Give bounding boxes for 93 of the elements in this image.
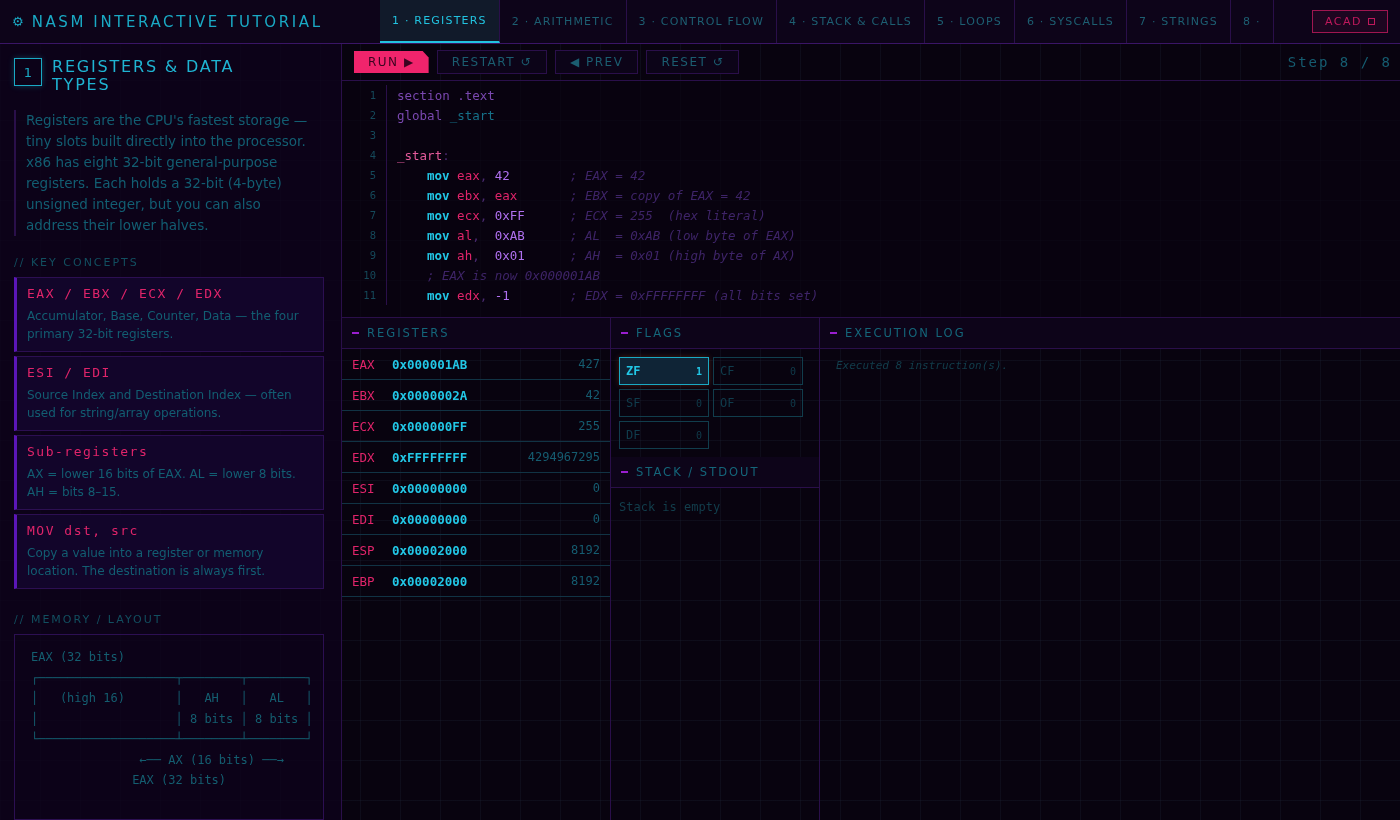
code-line: mov al, 0xAB ; AL = 0xAB (low byte of EAX): [427, 227, 796, 243]
register-hex: 0x00000000: [392, 511, 468, 527]
diagram-line: ┌───────────────────┬────────┬────────┐: [31, 669, 314, 687]
concept-term: MOV dst, src: [27, 523, 140, 538]
register-hex: 0x0000002A: [392, 387, 468, 403]
line-number: 7: [342, 205, 387, 225]
line-number: 2: [342, 105, 387, 125]
panel-title: REGISTERS: [367, 326, 450, 340]
line-number: 6: [342, 185, 387, 205]
register-name: EBX: [352, 387, 376, 403]
log-entry: Executed 8 instruction(s).: [835, 358, 1010, 374]
code-line: global _start: [397, 107, 495, 123]
flag-indicator: ZF 1: [619, 357, 709, 385]
code-line: section .text: [397, 87, 495, 103]
register-hex: 0xFFFFFFFF: [392, 449, 468, 465]
panel-title: STACK / STDOUT: [636, 465, 760, 479]
register-hex: 0x000000FF: [392, 418, 468, 434]
concept-description: Accumulator, Base, Counter, Data — the four primary 32-bit registers.: [27, 308, 300, 343]
code-line: mov edx, -1 ; EDX = 0xFFFFFFFF (all bits set): [427, 287, 819, 303]
register-decimal: 4294967295: [527, 450, 600, 464]
lesson-tab[interactable]: 8 ·: [1231, 0, 1274, 43]
concept-description: AX = lower 16 bits of EAX. AL = lower 8 bits. AH = bits 8–15.: [27, 466, 297, 501]
diagram-line: └───────────────────┴────────┴────────┘: [31, 730, 314, 748]
code-line: mov ah, 0x01 ; AH = 0x01 (high byte of AX): [427, 247, 796, 263]
register-decimal: 8192: [571, 543, 600, 557]
code-line: _start:: [397, 147, 450, 163]
toolbar-button[interactable]: ◀ PREV: [554, 50, 639, 74]
concept-term: Sub-registers: [27, 444, 150, 459]
line-number: 10: [342, 265, 387, 285]
register-name: ECX: [352, 418, 376, 434]
line-number: 11: [342, 285, 387, 305]
code-line: ; EAX is now 0x000001AB: [427, 267, 601, 283]
register-decimal: 0: [592, 481, 600, 495]
lesson-title: REGISTERS & DATA TYPES: [52, 58, 236, 94]
diagram-line: │ │ 8 bits │ 8 bits │: [31, 710, 314, 728]
lesson-tab[interactable]: 4 · STACK & CALLS: [777, 0, 925, 43]
lesson-tab[interactable]: 2 · ARITHMETIC: [499, 0, 627, 43]
concept-description: Copy a value into a register or memory location. The destination is always first.: [27, 545, 267, 580]
line-number: 8: [342, 225, 387, 245]
stack-empty-text: Stack is empty: [618, 499, 722, 516]
code-line: mov ecx, 0xFF ; ECX = 255 (hex literal): [427, 207, 766, 223]
lesson-tab[interactable]: 1 · REGISTERS: [380, 0, 500, 43]
lesson-tab[interactable]: 6 · SYSCALLS: [1014, 0, 1127, 43]
concept-term: EAX / EBX / ECX / EDX: [27, 286, 224, 301]
line-number: 3: [342, 125, 387, 145]
toolbar-button[interactable]: RUN ▶: [354, 51, 429, 73]
heading-dash-icon: [352, 332, 359, 334]
toolbar-button[interactable]: RESET ↺: [646, 50, 740, 74]
panel-title: FLAGS: [636, 326, 684, 340]
diagram-line: │ (high 16) │ AH │ AL │: [31, 689, 314, 707]
step-counter: Step 8 / 8: [1287, 54, 1392, 70]
diagram-line: EAX (32 bits): [131, 772, 228, 789]
register-decimal: 427: [578, 357, 600, 371]
lesson-intro: Registers are the CPU's fastest storage — tiny slots built directly into the processor. x86 has eight 32-bit general-purpose registers. Each holds a 32-bit (4-byte) unsigned integer, but you can also address their lower halves.: [14, 110, 324, 236]
register-hex: 0x000001AB: [392, 356, 468, 372]
register-name: ESI: [352, 480, 376, 496]
heading-dash-icon: [830, 332, 837, 334]
mode-button[interactable]: ACAD: [1312, 10, 1388, 33]
register-decimal: 0: [592, 512, 600, 526]
register-name: EDI: [352, 511, 376, 527]
line-number: 5: [342, 165, 387, 185]
diagram-line: EAX (32 bits): [31, 649, 126, 666]
section-heading: // MEMORY / LAYOUT: [14, 613, 164, 626]
register-hex: 0x00000000: [392, 480, 468, 496]
code-line: mov eax, 42 ; EAX = 42: [427, 167, 646, 183]
toolbar-button[interactable]: RESTART ↺: [436, 50, 547, 74]
lesson-tab[interactable]: 3 · CONTROL FLOW: [626, 0, 777, 43]
app-title: NASM INTERACTIVE TUTORIAL: [31, 12, 323, 31]
register-decimal: 255: [578, 419, 600, 433]
panel-title: EXECUTION LOG: [845, 326, 966, 340]
square-icon: [1368, 18, 1375, 25]
line-number: 4: [342, 145, 387, 165]
register-name: EAX: [352, 356, 376, 372]
lesson-tab[interactable]: 5 · LOOPS: [925, 0, 1015, 43]
concept-term: ESI / EDI: [27, 365, 112, 380]
lesson-tab[interactable]: 7 · STRINGS: [1127, 0, 1231, 43]
register-decimal: 42: [585, 388, 600, 402]
line-number: 1: [342, 85, 387, 105]
section-heading: // KEY CONCEPTS: [14, 256, 140, 269]
code-line: mov ebx, eax ; EBX = copy of EAX = 42: [427, 187, 751, 203]
gear-icon: ⚙: [12, 14, 24, 29]
lesson-number: 1: [14, 58, 42, 86]
heading-dash-icon: [621, 332, 628, 334]
line-number: 9: [342, 245, 387, 265]
register-name: EDX: [352, 449, 376, 465]
diagram-line: ←── AX (16 bits) ──→: [138, 751, 285, 769]
register-decimal: 8192: [571, 574, 600, 588]
register-name: ESP: [352, 542, 376, 558]
register-hex: 0x00002000: [392, 573, 468, 589]
register-name: EBP: [352, 573, 376, 589]
concept-description: Source Index and Destination Index — often used for string/array operations.: [27, 387, 293, 422]
heading-dash-icon: [621, 471, 628, 473]
register-hex: 0x00002000: [392, 542, 468, 558]
